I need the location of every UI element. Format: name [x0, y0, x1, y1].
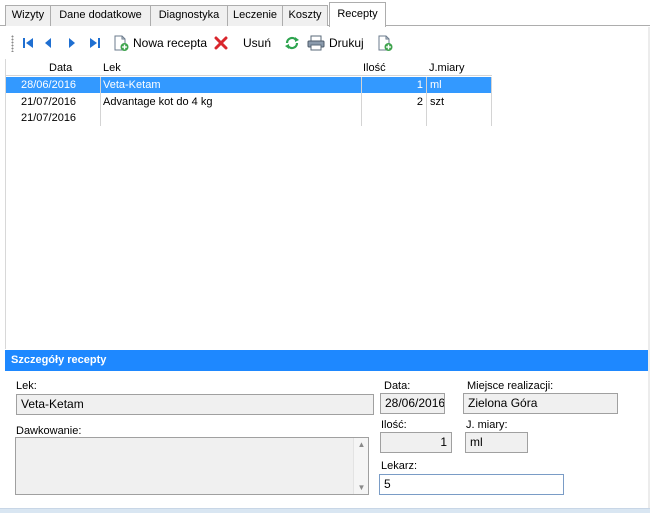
drug-label: Lek:	[16, 380, 37, 392]
place-label: Miejsce realizacji:	[467, 380, 554, 392]
row-drug: Veta-Ketam	[103, 79, 161, 91]
status-strip	[0, 508, 650, 513]
place-field[interactable]: Zielona Góra	[463, 393, 618, 414]
last-record-icon	[89, 37, 101, 49]
column-header-drug[interactable]: Lek	[103, 60, 121, 76]
new-document-icon	[113, 35, 129, 52]
qty-label: Ilość:	[381, 419, 407, 431]
table-row[interactable]: 21/07/2016 Advantage kot do 4 kg 2 szt	[6, 94, 492, 110]
prev-record-button[interactable]	[42, 33, 54, 53]
row-date: 28/06/2016	[21, 79, 77, 91]
column-header-qty[interactable]: Ilość	[363, 60, 386, 76]
print-label: Drukuj	[329, 36, 364, 50]
refresh-icon	[284, 36, 300, 50]
delete-label-button[interactable]: Usuń	[243, 33, 271, 53]
row-unit: ml	[430, 79, 442, 91]
date-label: Data:	[384, 380, 411, 392]
doctor-label: Lekarz:	[381, 460, 418, 472]
details-header: Szczegóły recepty	[5, 350, 650, 371]
toolbar: Nowa recepta Usuń Drukuj	[5, 27, 650, 59]
new-recipe-label: Nowa recepta	[133, 36, 208, 50]
print-button[interactable]: Drukuj	[307, 33, 364, 53]
column-header-unit[interactable]: J.miary	[429, 60, 464, 76]
new-recipe-button[interactable]: Nowa recepta	[113, 33, 207, 53]
row-unit: szt	[430, 96, 445, 108]
row-qty: 1	[416, 79, 423, 91]
tab-dane-dodatkowe[interactable]: Dane dodatkowe	[50, 5, 151, 26]
tab-bar: Wizyty Dane dodatkowe Diagnostyka Leczen…	[0, 0, 650, 27]
column-divider	[491, 77, 492, 126]
first-record-icon	[22, 37, 34, 49]
first-record-button[interactable]	[22, 33, 34, 53]
scroll-up-icon[interactable]: ▲	[357, 440, 366, 449]
add-document-button[interactable]	[377, 33, 393, 53]
add-document-icon	[377, 35, 393, 52]
unit-field[interactable]: ml	[465, 432, 528, 453]
row-qty	[363, 110, 423, 126]
details-panel: Lek: Veta-Ketam Data: 28/06/2016 Miejsce…	[5, 371, 650, 508]
dosage-text	[16, 438, 368, 444]
tab-recepty[interactable]: Recepty	[329, 2, 386, 27]
scroll-down-icon[interactable]: ▼	[357, 483, 366, 492]
tab-leczenie[interactable]: Leczenie	[227, 5, 283, 26]
tab-koszty[interactable]: Koszty	[282, 5, 328, 26]
row-date: 21/07/2016	[21, 96, 77, 108]
drug-field[interactable]: Veta-Ketam	[16, 394, 374, 415]
row-drug: Advantage kot do 4 kg	[103, 96, 213, 108]
refresh-button[interactable]	[284, 33, 300, 53]
delete-x-icon	[214, 36, 228, 50]
toolbar-grip-icon[interactable]	[11, 35, 14, 52]
date-field[interactable]: 28/06/2016	[380, 393, 445, 414]
qty-field[interactable]: 1	[380, 432, 452, 453]
delete-button[interactable]	[214, 33, 228, 53]
grid-header: Data Lek Ilość J.miary	[6, 60, 492, 76]
tab-wizyty[interactable]: Wizyty	[5, 5, 51, 26]
last-record-button[interactable]	[89, 33, 101, 53]
tab-diagnostyka[interactable]: Diagnostyka	[150, 5, 228, 26]
next-record-button[interactable]	[66, 33, 78, 53]
column-divider	[426, 77, 427, 126]
column-divider	[361, 77, 362, 126]
recipes-grid[interactable]: Data Lek Ilość J.miary 28/06/2016 Veta-K…	[5, 59, 650, 349]
row-qty: 2	[416, 96, 423, 108]
dosage-memo[interactable]: ▲ ▼	[15, 437, 369, 495]
dosage-scrollbar[interactable]: ▲ ▼	[353, 438, 368, 494]
prev-record-icon	[42, 37, 54, 49]
column-header-date[interactable]: Data	[49, 60, 72, 76]
table-row[interactable]: 21/07/2016	[6, 110, 492, 126]
printer-icon	[307, 35, 325, 51]
row-date: 21/07/2016	[21, 112, 77, 124]
next-record-icon	[66, 37, 78, 49]
table-row[interactable]: 28/06/2016 Veta-Ketam 1 ml	[6, 77, 492, 93]
dosage-label: Dawkowanie:	[16, 425, 82, 437]
column-divider	[100, 77, 101, 126]
unit-label: J. miary:	[466, 419, 508, 431]
delete-label: Usuń	[243, 36, 272, 50]
doctor-field[interactable]: 5	[379, 474, 564, 495]
